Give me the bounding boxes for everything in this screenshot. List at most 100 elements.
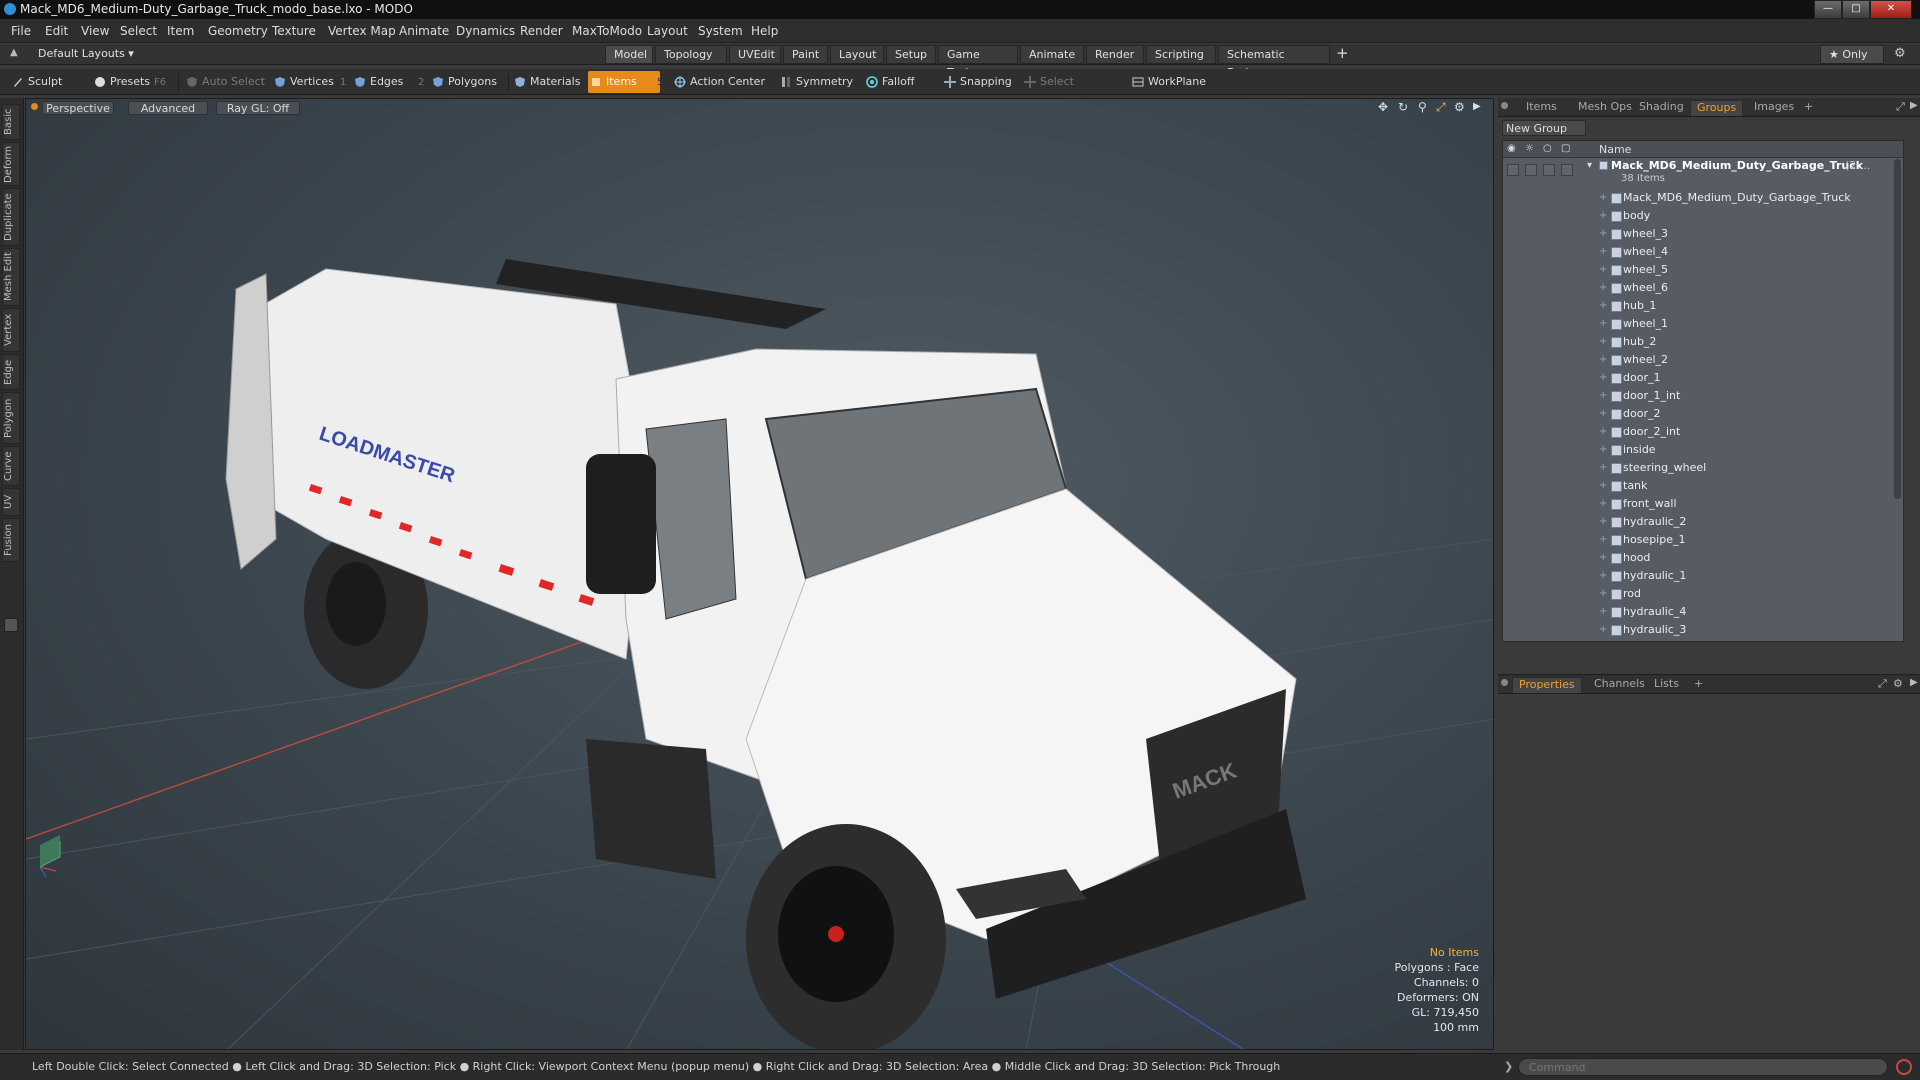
menu-item[interactable]: Item xyxy=(167,24,194,38)
3d-viewport[interactable]: LOADMASTER MACK Perspective Advanced Ray… xyxy=(25,98,1494,1050)
menu-system[interactable]: System xyxy=(698,24,743,38)
expand-icon[interactable]: + xyxy=(1599,318,1607,329)
list-item[interactable]: + steering_wheel xyxy=(1503,459,1903,477)
list-item[interactable]: + hosepipe_1 xyxy=(1503,531,1903,549)
props-menu-dot[interactable] xyxy=(1501,679,1508,686)
toolbox-toggle[interactable] xyxy=(4,618,18,632)
lock-icon[interactable]: ○ xyxy=(1543,143,1552,154)
render-icon[interactable]: ☼ xyxy=(1525,143,1534,154)
expand-icon[interactable]: + xyxy=(1599,498,1607,509)
list-item[interactable]: + front_wall xyxy=(1503,495,1903,513)
tab-curve[interactable]: Curve xyxy=(2,446,20,486)
tab-scripting[interactable]: Scripting xyxy=(1146,45,1216,64)
polygons-button[interactable]: Polygons xyxy=(430,71,506,93)
zoom-icon[interactable]: ⚲ xyxy=(1418,100,1427,114)
tab-shading[interactable]: Shading xyxy=(1633,100,1690,115)
eye-icon[interactable]: ◉ xyxy=(1507,143,1516,154)
snapping-button[interactable]: Snapping xyxy=(942,71,1022,93)
lock-toggle[interactable] xyxy=(1543,164,1555,176)
tab-images[interactable]: Images xyxy=(1748,100,1800,115)
tab-edge[interactable]: Edge xyxy=(2,354,20,390)
select-icon[interactable]: ▢ xyxy=(1561,143,1570,154)
expand-icon[interactable]: + xyxy=(1599,336,1607,347)
name-column-header[interactable]: Name xyxy=(1599,143,1631,156)
menu-layout[interactable]: Layout xyxy=(647,24,688,38)
tab-fusion[interactable]: Fusion xyxy=(2,518,20,562)
tab-properties[interactable]: Properties xyxy=(1512,677,1582,693)
group-row[interactable]: ▾ Mack_MD6_Medium_Duty_Garbage_Truck (2 … xyxy=(1503,159,1903,187)
menu-vertex-map[interactable]: Vertex Map xyxy=(328,24,396,38)
tab-basic[interactable]: Basic xyxy=(2,104,20,140)
vertices-button[interactable]: Vertices xyxy=(272,71,342,93)
expand-icon[interactable]: + xyxy=(1599,228,1607,239)
list-item[interactable]: + hydraulic_4 xyxy=(1503,603,1903,621)
edges-button[interactable]: Edges xyxy=(352,71,414,93)
layout-preset-dropdown[interactable]: Default Layouts ▾ xyxy=(38,47,134,60)
visibility-toggle[interactable] xyxy=(1507,164,1519,176)
list-item[interactable]: + hydraulic_3 xyxy=(1503,621,1903,639)
list-item[interactable]: + inside xyxy=(1503,441,1903,459)
select-toggle[interactable] xyxy=(1561,164,1573,176)
menu-view[interactable]: View xyxy=(81,24,109,38)
props-gear-icon[interactable]: ⚙ xyxy=(1893,677,1903,690)
command-arrow-icon[interactable]: ❯ xyxy=(1504,1060,1513,1073)
props-arrow-icon[interactable]: ▶ xyxy=(1910,677,1918,688)
items-button[interactable]: Items xyxy=(588,71,660,93)
menu-geometry[interactable]: Geometry xyxy=(208,24,268,38)
auto-select-button[interactable]: Auto Select xyxy=(184,71,266,93)
tab-topology[interactable]: Topology xyxy=(655,45,727,64)
collapse-icon[interactable]: ▾ xyxy=(1587,160,1592,171)
tab-channels[interactable]: Channels xyxy=(1588,677,1651,692)
expand-icon[interactable]: + xyxy=(1599,408,1607,419)
menu-render[interactable]: Render xyxy=(520,24,563,38)
tab-uvedit[interactable]: UVEdit xyxy=(729,45,781,64)
list-item[interactable]: + door_2 xyxy=(1503,405,1903,423)
expand-icon[interactable]: + xyxy=(1599,192,1607,203)
only-button[interactable]: ★ Only xyxy=(1820,45,1884,64)
expand-icon[interactable]: + xyxy=(1599,606,1607,617)
list-item[interactable]: + hydraulic_2 xyxy=(1503,513,1903,531)
expand-icon[interactable]: + xyxy=(1599,426,1607,437)
add-tab-icon[interactable]: + xyxy=(1336,44,1349,62)
tab-polygon[interactable]: Polygon xyxy=(2,392,20,444)
expand-icon[interactable]: + xyxy=(1599,534,1607,545)
tab-deform[interactable]: Deform xyxy=(2,142,20,186)
tab-animate[interactable]: Animate xyxy=(1020,45,1084,64)
workplane-button[interactable]: WorkPlane xyxy=(1130,71,1210,93)
tab-setup[interactable]: Setup xyxy=(886,45,936,64)
menu-dynamics[interactable]: Dynamics xyxy=(456,24,515,38)
tab-game-tools[interactable]: Game Tools xyxy=(938,45,1018,79)
list-item[interactable]: + wheel_2 xyxy=(1503,351,1903,369)
list-item[interactable]: + rod xyxy=(1503,585,1903,603)
menu-select[interactable]: Select xyxy=(120,24,157,38)
expand-icon[interactable]: + xyxy=(1599,390,1607,401)
tab-lists[interactable]: Lists xyxy=(1648,677,1685,692)
minimize-button[interactable]: — xyxy=(1814,0,1842,19)
expand-icon[interactable]: + xyxy=(1599,264,1607,275)
list-item[interactable]: + wheel_4 xyxy=(1503,243,1903,261)
menu-edit[interactable]: Edit xyxy=(45,24,68,38)
props-expand-icon[interactable]: ⤢ xyxy=(1878,677,1887,691)
action-center-button[interactable]: Action Center xyxy=(672,71,772,93)
expand-icon[interactable]: + xyxy=(1599,480,1607,491)
materials-button[interactable]: Materials xyxy=(512,71,580,93)
list-item[interactable]: + body xyxy=(1503,207,1903,225)
expand-icon[interactable]: + xyxy=(1599,624,1607,635)
rotate-icon[interactable]: ↻ xyxy=(1398,100,1408,114)
gear-icon[interactable]: ⚙ xyxy=(1894,46,1906,61)
tab-layout[interactable]: Layout xyxy=(830,45,884,64)
select-through-button[interactable]: Select Through xyxy=(1022,71,1118,110)
add-props-tab[interactable]: + xyxy=(1688,677,1709,692)
shading-mode-button[interactable]: Advanced xyxy=(128,101,208,115)
tab-mesh-ops[interactable]: Mesh Ops xyxy=(1572,100,1638,115)
list-item[interactable]: + Mack_MD6_Medium_Duty_Garbage_Truck xyxy=(1503,189,1903,207)
tab-duplicate[interactable]: Duplicate xyxy=(2,188,20,246)
list-item[interactable]: + door_2_int xyxy=(1503,423,1903,441)
maximize-button[interactable]: □ xyxy=(1842,0,1870,19)
list-item[interactable]: + wheel_3 xyxy=(1503,225,1903,243)
raygl-button[interactable]: Ray GL: Off xyxy=(216,101,300,115)
viewport-gear-icon[interactable]: ⚙ xyxy=(1454,100,1465,114)
tree-scrollbar[interactable] xyxy=(1894,159,1901,499)
command-input[interactable] xyxy=(1518,1058,1888,1076)
tab-uv[interactable]: UV xyxy=(2,488,20,516)
